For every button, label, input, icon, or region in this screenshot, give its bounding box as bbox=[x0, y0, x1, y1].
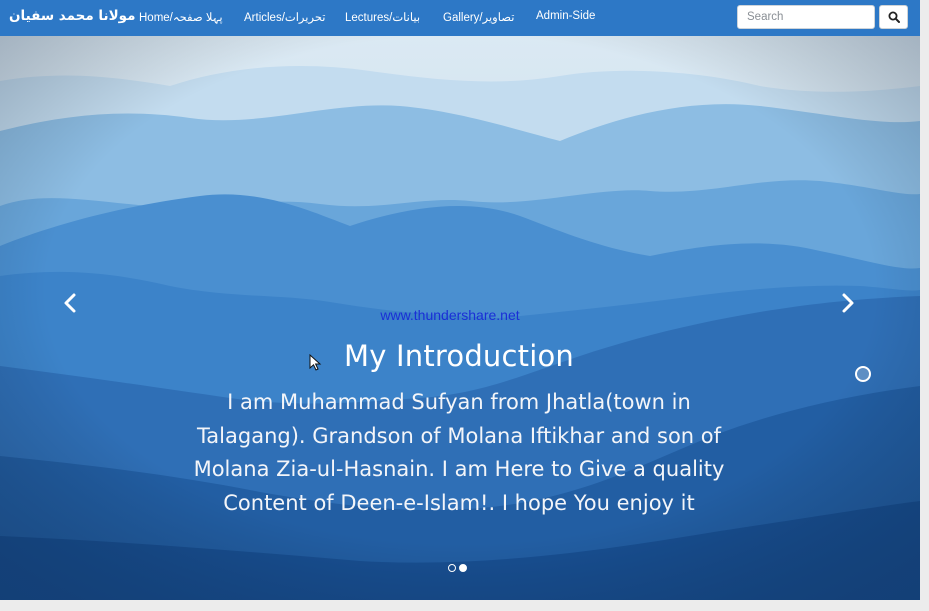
nav-articles[interactable]: Articles/تحریرات bbox=[244, 10, 325, 24]
carousel-indicators bbox=[448, 564, 467, 572]
hero-carousel: www.thundershare.net My Introduction I a… bbox=[0, 36, 920, 600]
page-bottom-edge bbox=[0, 600, 929, 611]
carousel-caption-text: I am Muhammad Sufyan from Jhatla(town in… bbox=[193, 390, 725, 515]
nav-admin-side[interactable]: Admin-Side bbox=[536, 10, 595, 22]
carousel-indicator-1[interactable] bbox=[448, 564, 456, 572]
nav-gallery[interactable]: Gallery/تصاویر bbox=[443, 10, 514, 24]
navbar: مولانا محمد سفیان Home/پہلا صفحہ Article… bbox=[0, 0, 920, 36]
search-icon bbox=[888, 11, 900, 23]
site-brand[interactable]: مولانا محمد سفیان bbox=[9, 8, 135, 24]
watermark-text: www.thundershare.net bbox=[380, 307, 520, 323]
browser-viewport: مولانا محمد سفیان Home/پہلا صفحہ Article… bbox=[0, 0, 920, 600]
floating-circle-button[interactable] bbox=[855, 366, 871, 382]
search-input[interactable] bbox=[737, 5, 875, 29]
carousel-indicator-2[interactable] bbox=[459, 564, 467, 572]
nav-lectures[interactable]: Lectures/بیانات bbox=[345, 10, 420, 24]
nav-home[interactable]: Home/پہلا صفحہ bbox=[139, 10, 223, 24]
carousel-caption-title: My Introduction bbox=[343, 339, 574, 373]
mouse-cursor-icon bbox=[309, 354, 322, 371]
vertical-scrollbar[interactable] bbox=[920, 0, 929, 611]
search-button[interactable] bbox=[879, 5, 908, 29]
